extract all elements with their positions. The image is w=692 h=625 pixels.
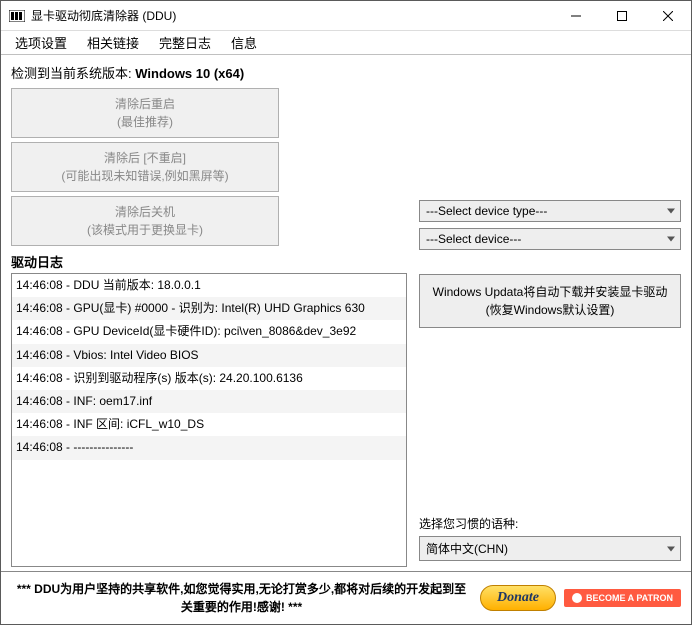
left-column: 清除后重启 (最佳推荐) 清除后 [不重启] (可能出现未知错误,例如黑屏等) … [11, 88, 407, 567]
application-window: 显卡驱动彻底清除器 (DDU) 选项设置 相关链接 完整日志 信息 检测到当前系… [0, 0, 692, 625]
log-listbox[interactable]: 14:46:08 - DDU 当前版本: 18.0.0.114:46:08 - … [11, 273, 407, 567]
system-version-value: Windows 10 (x64) [135, 66, 244, 81]
restore-windows-update-button[interactable]: Windows Updata将自动下载并安装显卡驱动 (恢复Windows默认设… [419, 274, 681, 328]
log-row[interactable]: 14:46:08 - INF: oem17.inf [12, 390, 406, 413]
menubar: 选项设置 相关链接 完整日志 信息 [1, 31, 691, 55]
clean-shutdown-button[interactable]: 清除后关机 (该模式用于更换显卡) [11, 196, 279, 246]
become-patron-button[interactable]: BECOME A PATRON [564, 589, 681, 607]
footer-text: *** DDU为用户坚持的共享软件,如您觉得实用,无论打赏多少,都将对后续的开发… [11, 580, 472, 616]
language-select-wrap: 简体中文(CHN) [419, 536, 681, 561]
patron-label: BECOME A PATRON [586, 593, 673, 603]
button-line1: 清除后关机 [115, 205, 175, 219]
window-title: 显卡驱动彻底清除器 (DDU) [31, 7, 553, 24]
app-icon [9, 10, 25, 22]
content-area: 检测到当前系统版本: Windows 10 (x64) 清除后重启 (最佳推荐)… [1, 55, 691, 571]
language-label: 选择您习惯的语种: [419, 515, 681, 532]
log-row[interactable]: 14:46:08 - DDU 当前版本: 18.0.0.1 [12, 274, 406, 297]
footer: *** DDU为用户坚持的共享软件,如您觉得实用,无论打赏多少,都将对后续的开发… [1, 571, 691, 624]
button-line1: 清除后重启 [115, 97, 175, 111]
window-controls [553, 1, 691, 30]
menu-full-log[interactable]: 完整日志 [149, 31, 221, 54]
language-select[interactable]: 简体中文(CHN) [419, 536, 681, 561]
button-line2: (最佳推荐) [16, 113, 274, 131]
patreon-icon [572, 593, 582, 603]
main-row: 清除后重启 (最佳推荐) 清除后 [不重启] (可能出现未知错误,例如黑屏等) … [11, 88, 681, 567]
menu-links[interactable]: 相关链接 [77, 31, 149, 54]
button-line2: (可能出现未知错误,例如黑屏等) [16, 167, 274, 185]
spacer [419, 328, 681, 515]
log-header: 驱动日志 [11, 252, 407, 271]
log-row[interactable]: 14:46:08 - --------------- [12, 436, 406, 459]
device-type-select[interactable]: ---Select device type--- [419, 200, 681, 222]
restore-line1: Windows Updata将自动下载并安装显卡驱动 [433, 285, 668, 299]
menu-info[interactable]: 信息 [221, 31, 267, 54]
clean-norestart-button[interactable]: 清除后 [不重启] (可能出现未知错误,例如黑屏等) [11, 142, 279, 192]
device-select-wrap: ---Select device--- [419, 228, 681, 250]
log-row[interactable]: 14:46:08 - GPU DeviceId(显卡硬件ID): pci\ven… [12, 320, 406, 343]
titlebar: 显卡驱动彻底清除器 (DDU) [1, 1, 691, 31]
menu-options[interactable]: 选项设置 [5, 31, 77, 54]
button-line1: 清除后 [不重启] [104, 151, 186, 165]
button-line2: (该模式用于更换显卡) [16, 221, 274, 239]
restore-line2: (恢复Windows默认设置) [426, 301, 674, 319]
system-version-prefix: 检测到当前系统版本: [11, 66, 135, 81]
log-row[interactable]: 14:46:08 - GPU(显卡) #0000 - 识别为: Intel(R)… [12, 297, 406, 320]
device-type-select-wrap: ---Select device type--- [419, 200, 681, 222]
close-button[interactable] [645, 1, 691, 30]
system-version-line: 检测到当前系统版本: Windows 10 (x64) [11, 63, 681, 82]
minimize-button[interactable] [553, 1, 599, 30]
device-select[interactable]: ---Select device--- [419, 228, 681, 250]
log-row[interactable]: 14:46:08 - 识别到驱动程序(s) 版本(s): 24.20.100.6… [12, 367, 406, 390]
log-row[interactable]: 14:46:08 - Vbios: Intel Video BIOS [12, 344, 406, 367]
right-column: ---Select device type--- ---Select devic… [419, 88, 681, 567]
log-row[interactable]: 14:46:08 - INF 区间: iCFL_w10_DS [12, 413, 406, 436]
donate-button[interactable]: Donate [480, 585, 556, 611]
maximize-button[interactable] [599, 1, 645, 30]
clean-restart-button[interactable]: 清除后重启 (最佳推荐) [11, 88, 279, 138]
